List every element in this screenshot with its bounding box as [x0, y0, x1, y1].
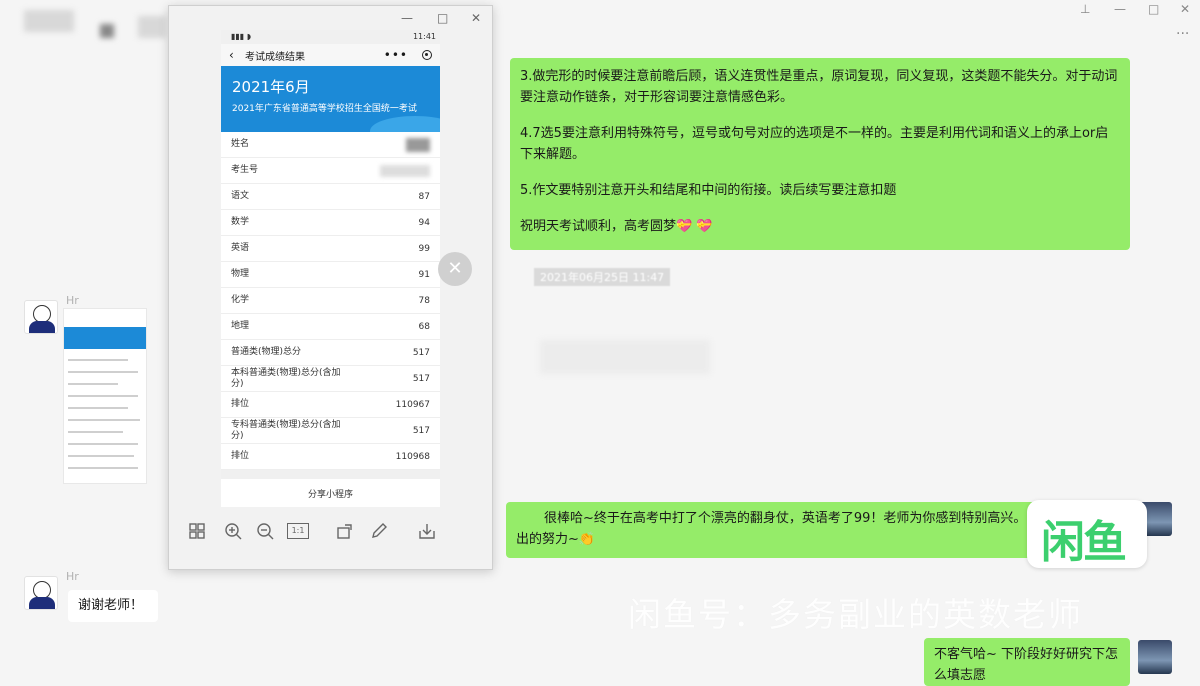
blurred-name [406, 137, 430, 152]
phone-status-bar: ▮▮▮ ◗ 11:41 [221, 30, 440, 44]
score-table: 姓名 考生号 语文 87 数学 94 英语 99 物理 91 化学 78 地理 68 普通类… [221, 132, 440, 470]
banner-subtitle: 2021年广东省普通高等学校招生全国统一考试 [232, 104, 417, 114]
student-avatar-2[interactable] [24, 576, 58, 610]
close-miniprogram-icon [422, 50, 432, 60]
share-miniprogram-button: 分享小程序 [221, 479, 440, 507]
viewer-minimize-button[interactable]: — [401, 11, 413, 25]
blurred-header-tag [138, 16, 166, 38]
download-icon[interactable] [417, 521, 437, 541]
viewer-toolbar: 1:1 [169, 521, 492, 551]
image-viewer-window[interactable]: — □ ✕ ▮▮▮ ◗ 11:41 ‹ 考试成绩结果 ••• 2021年6月 2… [168, 5, 493, 570]
tip-4: 4.7选5要注意利用特殊符号，逗号或句号对应的选项是不一样的。主要是利用代词和语… [520, 126, 1109, 162]
maximize-button[interactable]: □ [1148, 2, 1159, 16]
score-page-title: 考试成绩结果 [245, 51, 305, 63]
tip-3: 3.做完形的时候要注意前瞻后顾，语义连贯性是重点，原词复现，同义复现，这类题不能… [520, 69, 1118, 105]
zoom-out-icon[interactable] [255, 521, 275, 541]
edit-icon[interactable] [369, 521, 389, 541]
blurred-header-icon [100, 24, 114, 38]
score-row: 化学 78 [221, 288, 440, 314]
signal-icon: ▮▮▮ ◗ [231, 32, 251, 41]
student-reply-message[interactable]: 谢谢老师！ [68, 590, 158, 622]
blurred-message [540, 340, 710, 374]
banner-year: 2021年6月 [232, 78, 310, 96]
score-row: 物理 91 [221, 262, 440, 288]
teacher-reply-message[interactable]: 不客气哈~ 下阶段好好研究下怎么填志愿 [924, 638, 1130, 686]
minimize-button[interactable]: — [1114, 2, 1126, 16]
score-row: 数学 94 [221, 210, 440, 236]
rotate-icon[interactable] [335, 521, 355, 541]
sender-name: Hr [66, 294, 79, 307]
viewer-maximize-button[interactable]: □ [437, 11, 448, 25]
teacher-avatar-2[interactable] [1138, 640, 1172, 674]
score-row: 地理 68 [221, 314, 440, 340]
close-button[interactable]: ✕ [1180, 2, 1190, 16]
score-row: 考生号 [221, 158, 440, 184]
student-avatar[interactable] [24, 300, 58, 334]
zoom-in-icon[interactable] [223, 521, 243, 541]
tip-5: 5.作文要特别注意开头和结尾和中间的衔接。读后续写要注意扣题 [520, 183, 897, 198]
xianyu-logo: 闲鱼 [1027, 500, 1147, 568]
score-screenshot-thumbnail[interactable] [63, 308, 147, 484]
phone-nav-bar: ‹ 考试成绩结果 ••• [221, 44, 440, 66]
exam-banner: 2021年6月 2021年广东省普通高等学校招生全国统一考试 [221, 66, 440, 132]
status-time: 11:41 [412, 32, 436, 41]
more-options-icon[interactable]: ··· [1176, 26, 1189, 42]
score-row: 普通类(物理)总分 517 [221, 340, 440, 366]
good-luck-line: 祝明天考试顺利，高考圆梦💝 💝 [520, 219, 713, 234]
grid-icon[interactable] [187, 521, 207, 541]
blurred-header-name [24, 10, 74, 32]
viewer-close-button[interactable]: ✕ [471, 11, 481, 25]
pin-icon[interactable]: ⊥ [1080, 2, 1090, 16]
viewer-floating-close-button[interactable]: ✕ [438, 252, 472, 286]
actual-size-icon[interactable]: 1:1 [287, 523, 309, 539]
score-row: 语文 87 [221, 184, 440, 210]
score-row: 排位 110967 [221, 392, 440, 418]
score-row: 本科普通类(物理)总分(含加分) 517 [221, 366, 440, 392]
teacher-tips-message[interactable]: 3.做完形的时候要注意前瞻后顾，语义连贯性是重点，原词复现，同义复现，这类题不能… [510, 58, 1130, 250]
sender-name-2: Hr [66, 570, 79, 583]
phone-screenshot: ▮▮▮ ◗ 11:41 ‹ 考试成绩结果 ••• 2021年6月 2021年广东… [221, 30, 440, 483]
score-row: 专科普通类(物理)总分(含加分) 517 [221, 418, 440, 444]
score-row: 排位 110968 [221, 444, 440, 470]
menu-dots-icon: ••• [383, 48, 408, 62]
blurred-id [380, 164, 430, 177]
score-row: 英语 99 [221, 236, 440, 262]
watermark-text: 闲鱼号：多务副业的英数老师 [628, 595, 1083, 634]
score-row: 姓名 [221, 132, 440, 158]
back-arrow-icon: ‹ [229, 48, 234, 62]
message-timestamp: 2021年06月25日 11:47 [534, 268, 671, 286]
